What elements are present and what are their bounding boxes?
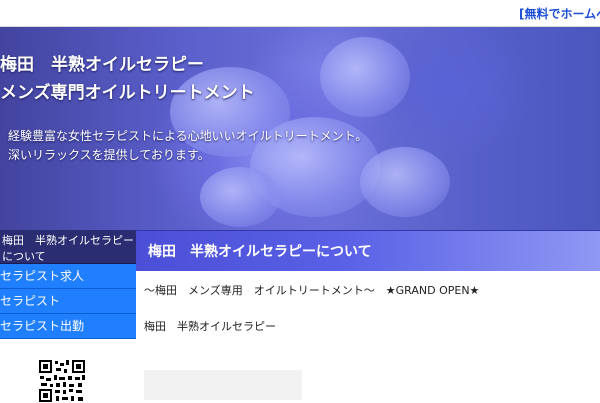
shop-name: 梅田 半熟オイルセラピー: [144, 320, 276, 333]
site-title: 梅田 半熟オイルセラピー メンズ専門オイルトリートメント: [0, 51, 255, 107]
site-description-line2: 深いリラックスを提供しております。: [8, 148, 210, 162]
site-description: 経験豊富な女性セラピストによる心地いいオイルトリートメント。 深いリラックスを提…: [8, 127, 367, 165]
image-placeholder: [144, 370, 302, 400]
main-content: 梅田 半熟オイルセラピーについて ～梅田 メンズ専用 オイルトリートメント～ ★…: [136, 230, 600, 400]
section-title: 梅田 半熟オイルセラピーについて: [148, 244, 372, 260]
sidebar-item-about[interactable]: 梅田 半熟オイルセラピーについて: [0, 230, 136, 264]
flower-petal: [320, 37, 410, 117]
flower-petal: [200, 167, 280, 227]
site-title-line2: メンズ専門オイルトリートメント: [0, 83, 255, 103]
free-homepage-link[interactable]: [無料でホームペ: [519, 5, 600, 22]
hero-banner: 梅田 半熟オイルセラピー メンズ専門オイルトリートメント 経験豊富な女性セラピス…: [0, 27, 600, 230]
site-description-line1: 経験豊富な女性セラピストによる心地いいオイルトリートメント。: [8, 129, 368, 143]
qr-code-icon: [38, 359, 86, 403]
top-bar: [無料でホームペ: [0, 0, 600, 27]
site-title-line1: 梅田 半熟オイルセラピー: [0, 55, 204, 75]
sidebar: 梅田 半熟オイルセラピーについて セラピスト求人 セラピスト セラピスト出勤: [0, 230, 136, 403]
intro-tagline: ～梅田 メンズ専用 オイルトリートメント～ ★GRAND OPEN★: [144, 284, 480, 297]
flower-petal: [360, 147, 450, 217]
sidebar-item-schedule[interactable]: セラピスト出勤: [0, 314, 136, 339]
section-header: 梅田 半熟オイルセラピーについて: [136, 230, 600, 271]
sidebar-item-recruit[interactable]: セラピスト求人: [0, 264, 136, 289]
sidebar-item-therapists[interactable]: セラピスト: [0, 289, 136, 314]
